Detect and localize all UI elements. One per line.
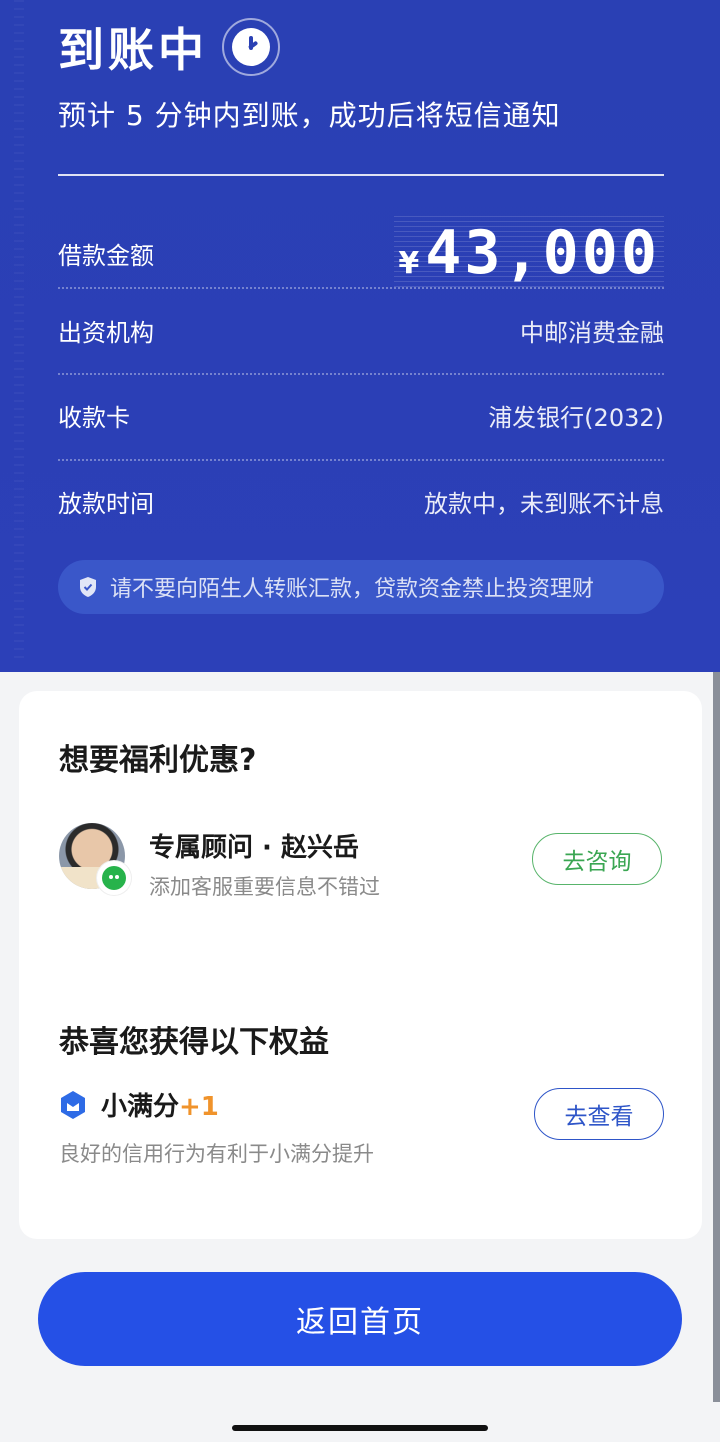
currency-symbol: ¥ [398,246,420,281]
funder-row: 出资机构 中邮消费金融 [58,313,664,348]
welfare-title: 想要福利优惠? [59,743,257,778]
scrollbar [713,672,720,1402]
view-button[interactable]: 去查看 [534,1088,664,1140]
notice-text: 请不要向陌生人转账汇款，贷款资金禁止投资理财 [110,577,595,602]
card-label: 收款卡 [58,404,130,432]
benefit-name: 小满分+1 [101,1086,219,1123]
watermark [14,0,24,660]
divider [58,174,664,176]
time-row: 放款时间 放款中，未到账不计息 [58,484,664,519]
wechat-icon [97,861,131,895]
status-title-row: 到账中 [58,14,280,80]
row-separator [58,373,664,375]
benefit-plus: +1 [179,1092,219,1122]
rights-title: 恭喜您获得以下权益 [59,1025,329,1060]
loan-amount: ¥ 43,000 [394,216,664,290]
amount-row: 借款金额 ¥ 43,000 [58,216,664,290]
funder-value: 中邮消费金融 [520,319,664,347]
consult-button[interactable]: 去咨询 [532,833,662,885]
clock-icon [222,18,280,76]
status-header: 到账中 预计 5 分钟内到账，成功后将短信通知 借款金额 ¥ 43,000 出资… [0,0,720,672]
advisor-row: 专属顾问 · 赵兴岳 添加客服重要信息不错过 去咨询 [59,823,664,903]
benefit-desc: 良好的信用行为有利于小满分提升 [59,1142,374,1166]
card-value: 浦发银行(2032) [488,404,664,432]
home-button[interactable]: 返回首页 [38,1272,682,1366]
shield-icon [80,577,96,597]
time-label: 放款时间 [58,490,154,518]
home-indicator [232,1425,488,1431]
funder-label: 出资机构 [58,319,154,347]
page-title: 到账中 [58,23,208,77]
benefit-label: 小满分 [101,1092,180,1122]
benefits-card: 想要福利优惠? 专属顾问 · 赵兴岳 添加客服重要信息不错过 去咨询 恭喜您获得… [19,691,702,1239]
security-notice: 请不要向陌生人转账汇款，贷款资金禁止投资理财 [58,560,664,614]
amount-value: 43,000 [425,218,660,288]
advisor-desc: 添加客服重要信息不错过 [149,875,380,899]
row-separator [58,459,664,461]
advisor-name: 专属顾问 · 赵兴岳 [149,833,359,863]
status-subtitle: 预计 5 分钟内到账，成功后将短信通知 [58,99,561,132]
card-row: 收款卡 浦发银行(2032) [58,398,664,433]
row-separator [58,287,664,289]
amount-label: 借款金额 [58,241,154,270]
time-value: 放款中，未到账不计息 [424,490,664,518]
credit-score-icon [61,1091,85,1119]
benefit-row: 小满分+1 良好的信用行为有利于小满分提升 去查看 [59,1086,664,1176]
